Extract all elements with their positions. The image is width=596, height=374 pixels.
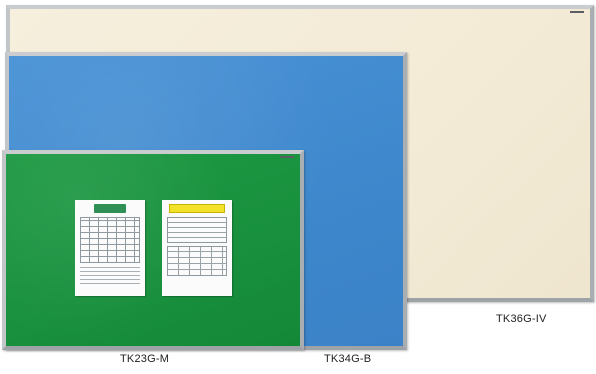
notice-header bbox=[80, 204, 140, 213]
pinned-form-sheet bbox=[162, 200, 232, 296]
notice-grid-table bbox=[80, 217, 140, 263]
model-label-ivory: TK36G-IV bbox=[496, 313, 547, 325]
model-label-green: TK23G-M bbox=[120, 353, 170, 365]
notice-header bbox=[167, 204, 227, 213]
board-surface-green bbox=[6, 154, 300, 346]
frame-corner-marker bbox=[570, 11, 584, 13]
notice-text-lines bbox=[80, 267, 140, 284]
bulletin-board-green bbox=[2, 150, 304, 350]
model-label-blue: TK34G-B bbox=[324, 353, 372, 365]
notice-title-badge bbox=[94, 204, 126, 213]
frame-corner-marker bbox=[280, 156, 294, 158]
notice-mini-table bbox=[167, 246, 227, 276]
notice-title-badge bbox=[169, 204, 225, 213]
notice-form-block bbox=[167, 217, 227, 243]
pinned-notice-sheet bbox=[75, 200, 145, 296]
